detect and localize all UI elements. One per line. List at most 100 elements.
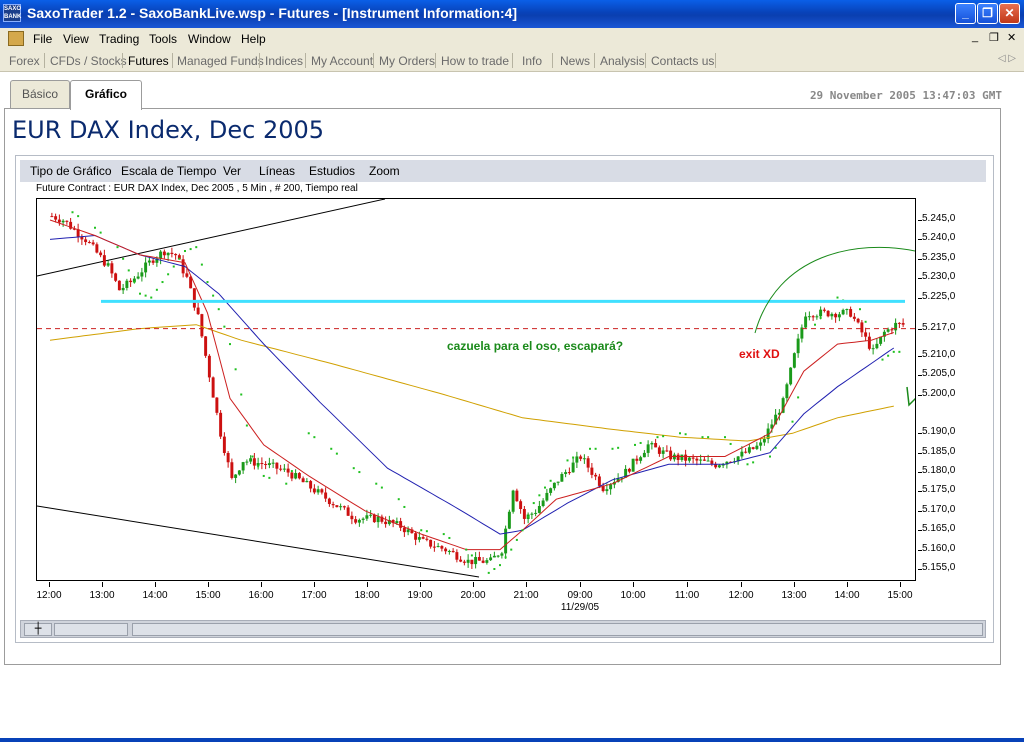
window-title: SaxoTrader 1.2 - SaxoBankLive.wsp - Futu… [27, 5, 518, 21]
chart-toolbar: Tipo de Gráfico Escala de Tiempo Ver Lín… [20, 160, 986, 182]
psar-dot [335, 452, 338, 455]
candle-body [860, 322, 864, 333]
candle-body [61, 220, 65, 223]
price-chart[interactable]: cazuela para el oso, escapará? exit XD [36, 198, 918, 581]
nav-tab-news[interactable]: News [560, 54, 590, 68]
candle-body [691, 457, 695, 459]
mdi-minimize-button[interactable]: _ [972, 31, 978, 43]
candle-body [256, 463, 260, 466]
chart-menu-timescale[interactable]: Escala de Tiempo [121, 164, 216, 178]
nav-tab-my-account[interactable]: My Account [311, 54, 373, 68]
candle-body [586, 458, 590, 468]
psar-dot [566, 459, 569, 462]
candle-body [117, 280, 121, 291]
nav-tab-analysis[interactable]: Analysis [600, 54, 645, 68]
candle-body [627, 468, 631, 472]
candle-body [87, 242, 91, 244]
candle-body [264, 464, 268, 466]
minimize-button[interactable]: _ [955, 3, 976, 24]
chart-menu-lines[interactable]: Líneas [259, 164, 295, 178]
psar-dot [195, 246, 198, 249]
tab-grafico[interactable]: Gráfico [70, 80, 142, 110]
nav-tab-contacts[interactable]: Contacts us [651, 54, 714, 68]
price-chart-svg [36, 198, 918, 578]
menu-window[interactable]: Window [188, 32, 231, 46]
candle-body [740, 451, 744, 457]
psar-dot [684, 433, 687, 436]
candle-body [492, 555, 496, 558]
candle-body [249, 458, 253, 462]
menu-view[interactable]: View [63, 32, 89, 46]
candle-body [140, 272, 144, 277]
x-axis-tick [900, 582, 901, 587]
candle-body [309, 481, 313, 489]
y-axis-label: 5.225,0 [922, 290, 956, 302]
chart-menu-type[interactable]: Tipo de Gráfico [30, 164, 112, 178]
y-axis: 5.245,0 5.240,0 5.235,0 5.230,0 5.225,0 5.217… [918, 198, 978, 581]
menu-help[interactable]: Help [241, 32, 266, 46]
candle-body [687, 457, 691, 461]
candle-body [639, 457, 643, 461]
psar-dot [127, 269, 130, 272]
candle-body [327, 498, 331, 505]
psar-dot [133, 281, 136, 284]
nav-tab-futures[interactable]: Futures [128, 54, 169, 68]
candle-body [897, 322, 901, 324]
psar-dot [662, 435, 665, 438]
nav-tab-forex[interactable]: Forex [9, 54, 40, 68]
candle-body [462, 561, 466, 563]
psar-dot [77, 215, 80, 218]
nav-divider [594, 53, 595, 68]
tab-basico[interactable]: Básico [10, 80, 70, 109]
document-icon[interactable] [8, 31, 24, 46]
psar-dot [403, 505, 406, 508]
candle-body [354, 519, 358, 523]
mdi-close-button[interactable]: ✕ [1007, 31, 1016, 44]
nav-tab-managed-funds[interactable]: Managed Funds [177, 54, 264, 68]
nav-tab-indices[interactable]: Indices [265, 54, 303, 68]
psar-dot [527, 515, 530, 518]
candle-body [849, 309, 853, 317]
chart-menu-studies[interactable]: Estudios [309, 164, 355, 178]
chart-menu-zoom[interactable]: Zoom [369, 164, 400, 178]
x-axis-label: 14:00 [142, 590, 168, 601]
psar-dot [352, 467, 355, 470]
menu-trading[interactable]: Trading [99, 32, 139, 46]
crosshair-icon[interactable]: ┼ [24, 623, 52, 636]
nav-scroll-arrows[interactable]: ◁ ▷ [998, 53, 1016, 64]
psar-dot [94, 226, 96, 229]
menu-file[interactable]: File [33, 32, 52, 46]
nav-tab-how-to-trade[interactable]: How to trade [441, 54, 509, 68]
mdi-restore-button[interactable]: ❐ [989, 31, 999, 44]
psar-dot [184, 250, 186, 253]
candle-body [425, 538, 429, 540]
y-axis-label: 5.200,0 [922, 387, 956, 399]
psar-dot [544, 486, 546, 489]
chart-menu-view[interactable]: Ver [223, 164, 241, 178]
candle-body [147, 260, 151, 263]
y-axis-label: 5.230,0 [922, 271, 956, 283]
menu-tools[interactable]: Tools [149, 32, 177, 46]
candle-body [369, 514, 373, 516]
nav-tab-info[interactable]: Info [522, 54, 542, 68]
nav-divider [172, 53, 173, 68]
candle-body [406, 529, 410, 533]
candle-body [819, 309, 823, 317]
psar-dot [887, 354, 890, 357]
close-button[interactable]: ✕ [999, 3, 1020, 24]
psar-dot [189, 248, 192, 251]
nav-tab-my-orders[interactable]: My Orders [379, 54, 435, 68]
x-axis-label: 20:00 [460, 590, 486, 601]
nav-tab-cfds-stocks[interactable]: CFDs / Stocks [50, 54, 127, 68]
psar-dot [639, 441, 642, 444]
psar-dot [515, 538, 518, 541]
x-axis-tick [847, 582, 848, 587]
candle-body [421, 537, 425, 539]
candle-body [301, 478, 305, 483]
maximize-button[interactable]: ❐ [977, 3, 998, 24]
psar-dot [470, 554, 473, 557]
psar-dot [589, 447, 591, 450]
x-axis-tick [526, 582, 527, 587]
psar-dot [245, 424, 248, 427]
candle-body [762, 439, 766, 443]
